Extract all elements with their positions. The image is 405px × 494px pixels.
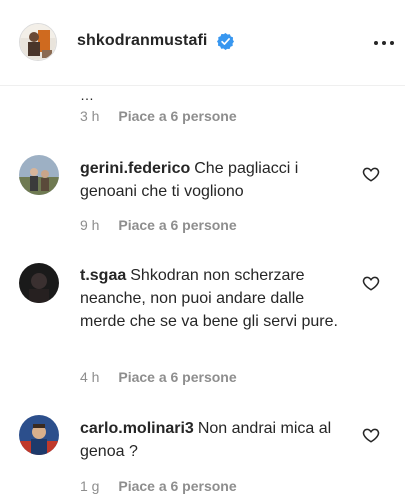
comment-meta: 4 h Piace a 6 persone <box>80 369 237 385</box>
comment-likes[interactable]: Piace a 6 persone <box>118 108 236 124</box>
author-username[interactable]: shkodranmustafi <box>77 32 207 50</box>
commenter-username[interactable]: carlo.molinari3 <box>80 420 194 437</box>
comment-body: gerini.federico Che pagliacci i genoani c… <box>80 157 350 203</box>
commenter-username[interactable]: t.sgaa <box>80 267 126 284</box>
commenter-avatar[interactable] <box>19 155 59 195</box>
commenter-avatar[interactable] <box>19 263 59 303</box>
comment-time[interactable]: 4 h <box>80 369 99 385</box>
commenter-avatar[interactable] <box>19 415 59 455</box>
comment-likes[interactable]: Piace a 6 persone <box>118 478 236 494</box>
clipped-comment-text: … <box>80 94 94 102</box>
heart-icon[interactable] <box>362 426 380 444</box>
commenter-username[interactable]: gerini.federico <box>80 160 190 177</box>
comment-meta: 1 g Piace a 6 persone <box>80 478 237 494</box>
comment-likes[interactable]: Piace a 6 persone <box>118 369 236 385</box>
comment-body: carlo.molinari3 Non andrai mica al genoa … <box>80 417 350 463</box>
post-header: shkodranmustafi <box>0 0 405 86</box>
comment-time[interactable]: 3 h <box>80 108 99 124</box>
heart-icon[interactable] <box>362 165 380 183</box>
comment-meta: 3 h Piace a 6 persone <box>80 108 237 124</box>
verified-badge-icon <box>217 33 234 50</box>
comment-likes[interactable]: Piace a 6 persone <box>118 217 236 233</box>
comment-time[interactable]: 1 g <box>80 478 99 494</box>
comment-time[interactable]: 9 h <box>80 217 99 233</box>
comment-meta: 9 h Piace a 6 persone <box>80 217 237 233</box>
heart-icon[interactable] <box>362 274 380 292</box>
more-options-icon[interactable] <box>372 31 396 55</box>
author-avatar[interactable] <box>19 23 57 61</box>
comment-body: t.sgaa Shkodran non scherzare neanche, no… <box>80 264 350 333</box>
